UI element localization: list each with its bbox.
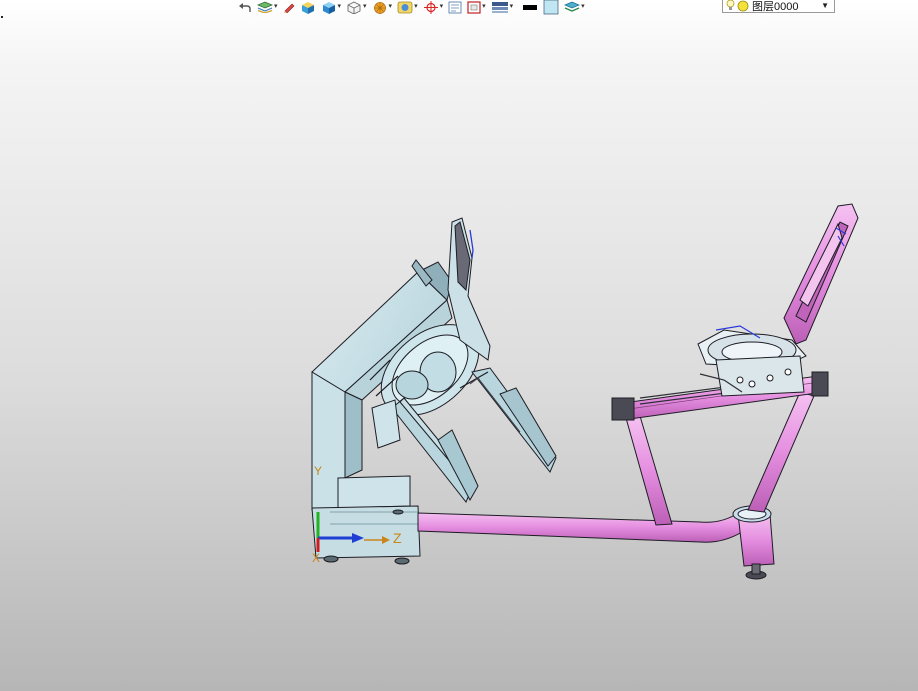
console-assembly[interactable] xyxy=(311,217,557,565)
z-axis-label: Z xyxy=(393,530,402,546)
model-canvas xyxy=(311,203,859,580)
3d-viewport[interactable]: ▾ ▾ ▾ ▾ ▾ ▾ ▾ ▾ ▾ 图层0000 ▼ Z X Y xyxy=(0,0,918,691)
x-axis-label: X xyxy=(312,551,321,565)
seat-assembly[interactable] xyxy=(697,203,859,397)
pink-frame[interactable] xyxy=(417,371,829,580)
y-axis-label: Y xyxy=(314,464,323,478)
